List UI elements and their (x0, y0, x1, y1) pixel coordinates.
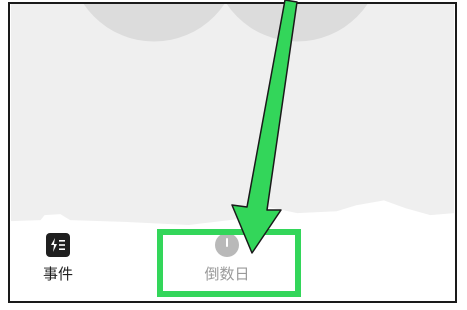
tab-events[interactable]: 事件 (38, 233, 78, 283)
tab-events-label: 事件 (42, 265, 73, 283)
events-icon (46, 233, 70, 257)
annotation-highlight-box (157, 229, 301, 297)
